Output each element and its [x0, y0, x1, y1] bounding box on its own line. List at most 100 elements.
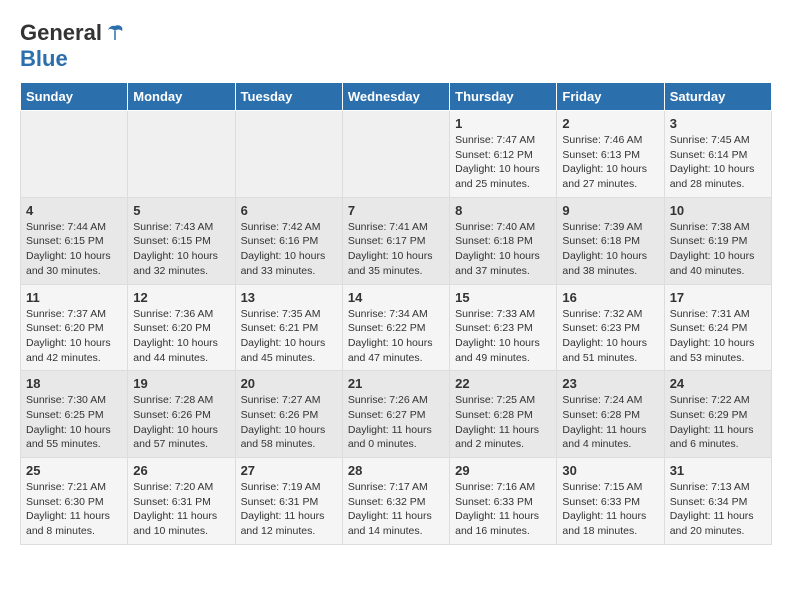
calendar-cell [235, 111, 342, 198]
cell-content: Sunrise: 7:37 AM Sunset: 6:20 PM Dayligh… [26, 307, 122, 366]
day-number: 20 [241, 376, 337, 391]
cell-content: Sunrise: 7:25 AM Sunset: 6:28 PM Dayligh… [455, 393, 551, 452]
day-number: 5 [133, 203, 229, 218]
calendar-cell [128, 111, 235, 198]
day-number: 27 [241, 463, 337, 478]
day-number: 25 [26, 463, 122, 478]
cell-content: Sunrise: 7:34 AM Sunset: 6:22 PM Dayligh… [348, 307, 444, 366]
page-header: General Blue [20, 20, 772, 72]
calendar-cell [21, 111, 128, 198]
calendar-cell: 16 Sunrise: 7:32 AM Sunset: 6:23 PM Dayli… [557, 284, 664, 371]
column-header-thursday: Thursday [450, 83, 557, 111]
day-number: 16 [562, 290, 658, 305]
day-number: 17 [670, 290, 766, 305]
calendar-cell: 18 Sunrise: 7:30 AM Sunset: 6:25 PM Dayli… [21, 371, 128, 458]
calendar-cell: 11 Sunrise: 7:37 AM Sunset: 6:20 PM Dayli… [21, 284, 128, 371]
day-number: 4 [26, 203, 122, 218]
logo-blue-text: Blue [20, 46, 68, 72]
calendar-cell: 29 Sunrise: 7:16 AM Sunset: 6:33 PM Dayli… [450, 458, 557, 545]
calendar-cell: 9 Sunrise: 7:39 AM Sunset: 6:18 PM Daylig… [557, 197, 664, 284]
day-number: 29 [455, 463, 551, 478]
cell-content: Sunrise: 7:42 AM Sunset: 6:16 PM Dayligh… [241, 220, 337, 279]
cell-content: Sunrise: 7:28 AM Sunset: 6:26 PM Dayligh… [133, 393, 229, 452]
day-number: 3 [670, 116, 766, 131]
cell-content: Sunrise: 7:35 AM Sunset: 6:21 PM Dayligh… [241, 307, 337, 366]
calendar-table: SundayMondayTuesdayWednesdayThursdayFrid… [20, 82, 772, 545]
logo: General Blue [20, 20, 126, 72]
column-header-saturday: Saturday [664, 83, 771, 111]
calendar-cell: 5 Sunrise: 7:43 AM Sunset: 6:15 PM Daylig… [128, 197, 235, 284]
cell-content: Sunrise: 7:17 AM Sunset: 6:32 PM Dayligh… [348, 480, 444, 539]
cell-content: Sunrise: 7:16 AM Sunset: 6:33 PM Dayligh… [455, 480, 551, 539]
calendar-cell: 20 Sunrise: 7:27 AM Sunset: 6:26 PM Dayli… [235, 371, 342, 458]
column-header-friday: Friday [557, 83, 664, 111]
cell-content: Sunrise: 7:32 AM Sunset: 6:23 PM Dayligh… [562, 307, 658, 366]
cell-content: Sunrise: 7:43 AM Sunset: 6:15 PM Dayligh… [133, 220, 229, 279]
calendar-cell [342, 111, 449, 198]
calendar-cell: 22Sunrise: 7:25 AM Sunset: 6:28 PM Dayli… [450, 371, 557, 458]
day-number: 12 [133, 290, 229, 305]
week-row: 1Sunrise: 7:47 AM Sunset: 6:12 PM Daylig… [21, 111, 772, 198]
logo-bird-icon [104, 22, 126, 44]
calendar-cell: 1Sunrise: 7:47 AM Sunset: 6:12 PM Daylig… [450, 111, 557, 198]
logo-general-text: General [20, 20, 102, 46]
cell-content: Sunrise: 7:22 AM Sunset: 6:29 PM Dayligh… [670, 393, 766, 452]
cell-content: Sunrise: 7:26 AM Sunset: 6:27 PM Dayligh… [348, 393, 444, 452]
column-header-sunday: Sunday [21, 83, 128, 111]
calendar-cell: 8Sunrise: 7:40 AM Sunset: 6:18 PM Daylig… [450, 197, 557, 284]
calendar-cell: 4Sunrise: 7:44 AM Sunset: 6:15 PM Daylig… [21, 197, 128, 284]
day-number: 24 [670, 376, 766, 391]
cell-content: Sunrise: 7:24 AM Sunset: 6:28 PM Dayligh… [562, 393, 658, 452]
day-number: 2 [562, 116, 658, 131]
day-number: 23 [562, 376, 658, 391]
calendar-cell: 6 Sunrise: 7:42 AM Sunset: 6:16 PM Daylig… [235, 197, 342, 284]
day-number: 18 [26, 376, 122, 391]
cell-content: Sunrise: 7:31 AM Sunset: 6:24 PM Dayligh… [670, 307, 766, 366]
cell-content: Sunrise: 7:40 AM Sunset: 6:18 PM Dayligh… [455, 220, 551, 279]
cell-content: Sunrise: 7:27 AM Sunset: 6:26 PM Dayligh… [241, 393, 337, 452]
day-number: 21 [348, 376, 444, 391]
calendar-cell: 31Sunrise: 7:13 AM Sunset: 6:34 PM Dayli… [664, 458, 771, 545]
header-row: SundayMondayTuesdayWednesdayThursdayFrid… [21, 83, 772, 111]
cell-content: Sunrise: 7:41 AM Sunset: 6:17 PM Dayligh… [348, 220, 444, 279]
day-number: 6 [241, 203, 337, 218]
cell-content: Sunrise: 7:20 AM Sunset: 6:31 PM Dayligh… [133, 480, 229, 539]
calendar-cell: 23 Sunrise: 7:24 AM Sunset: 6:28 PM Dayli… [557, 371, 664, 458]
column-header-monday: Monday [128, 83, 235, 111]
day-number: 30 [562, 463, 658, 478]
cell-content: Sunrise: 7:19 AM Sunset: 6:31 PM Dayligh… [241, 480, 337, 539]
calendar-cell: 2Sunrise: 7:46 AM Sunset: 6:13 PM Daylig… [557, 111, 664, 198]
calendar-cell: 7Sunrise: 7:41 AM Sunset: 6:17 PM Daylig… [342, 197, 449, 284]
calendar-cell: 14 Sunrise: 7:34 AM Sunset: 6:22 PM Dayli… [342, 284, 449, 371]
calendar-cell: 30 Sunrise: 7:15 AM Sunset: 6:33 PM Dayli… [557, 458, 664, 545]
cell-content: Sunrise: 7:39 AM Sunset: 6:18 PM Dayligh… [562, 220, 658, 279]
cell-content: Sunrise: 7:45 AM Sunset: 6:14 PM Dayligh… [670, 133, 766, 192]
calendar-cell: 28Sunrise: 7:17 AM Sunset: 6:32 PM Dayli… [342, 458, 449, 545]
calendar-cell: 10Sunrise: 7:38 AM Sunset: 6:19 PM Dayli… [664, 197, 771, 284]
day-number: 26 [133, 463, 229, 478]
week-row: 18 Sunrise: 7:30 AM Sunset: 6:25 PM Dayli… [21, 371, 772, 458]
week-row: 11 Sunrise: 7:37 AM Sunset: 6:20 PM Dayli… [21, 284, 772, 371]
day-number: 11 [26, 290, 122, 305]
day-number: 1 [455, 116, 551, 131]
calendar-cell: 17 Sunrise: 7:31 AM Sunset: 6:24 PM Dayli… [664, 284, 771, 371]
day-number: 14 [348, 290, 444, 305]
column-header-wednesday: Wednesday [342, 83, 449, 111]
column-header-tuesday: Tuesday [235, 83, 342, 111]
cell-content: Sunrise: 7:13 AM Sunset: 6:34 PM Dayligh… [670, 480, 766, 539]
calendar-cell: 12 Sunrise: 7:36 AM Sunset: 6:20 PM Dayli… [128, 284, 235, 371]
calendar-cell: 19Sunrise: 7:28 AM Sunset: 6:26 PM Dayli… [128, 371, 235, 458]
week-row: 25 Sunrise: 7:21 AM Sunset: 6:30 PM Dayli… [21, 458, 772, 545]
calendar-cell: 26 Sunrise: 7:20 AM Sunset: 6:31 PM Dayli… [128, 458, 235, 545]
cell-content: Sunrise: 7:33 AM Sunset: 6:23 PM Dayligh… [455, 307, 551, 366]
day-number: 9 [562, 203, 658, 218]
cell-content: Sunrise: 7:30 AM Sunset: 6:25 PM Dayligh… [26, 393, 122, 452]
calendar-cell: 13Sunrise: 7:35 AM Sunset: 6:21 PM Dayli… [235, 284, 342, 371]
cell-content: Sunrise: 7:36 AM Sunset: 6:20 PM Dayligh… [133, 307, 229, 366]
day-number: 15 [455, 290, 551, 305]
calendar-cell: 25 Sunrise: 7:21 AM Sunset: 6:30 PM Dayli… [21, 458, 128, 545]
cell-content: Sunrise: 7:21 AM Sunset: 6:30 PM Dayligh… [26, 480, 122, 539]
calendar-cell: 21 Sunrise: 7:26 AM Sunset: 6:27 PM Dayli… [342, 371, 449, 458]
calendar-cell: 15 Sunrise: 7:33 AM Sunset: 6:23 PM Dayli… [450, 284, 557, 371]
cell-content: Sunrise: 7:15 AM Sunset: 6:33 PM Dayligh… [562, 480, 658, 539]
